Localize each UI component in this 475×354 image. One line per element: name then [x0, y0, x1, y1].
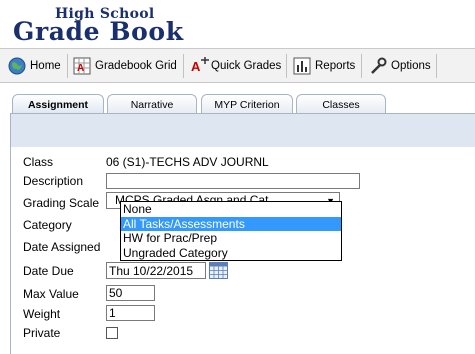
toolbar-divider — [361, 54, 362, 78]
gradebook-grid-button[interactable]: A Gradebook Grid — [72, 54, 177, 78]
quick-grades-icon: A — [190, 56, 210, 76]
app-header: High School Grade Book — [0, 0, 475, 48]
quick-grades-button[interactable]: A Quick Grades — [190, 54, 281, 78]
tab-classes[interactable]: Classes — [296, 94, 386, 114]
gradebook-grid-icon: A — [72, 56, 92, 76]
app-title-line2: Grade Book — [13, 17, 184, 46]
category-option[interactable]: HW for Prac/Prep — [121, 231, 341, 246]
category-option-selected[interactable]: All Tasks/Assessments — [121, 216, 341, 231]
reports-chart-icon — [292, 56, 312, 76]
panel-header-band — [11, 114, 475, 147]
home-globe-icon — [7, 56, 27, 76]
date-due-label: Date Due — [23, 264, 74, 278]
class-label: Class — [23, 155, 54, 169]
home-button[interactable]: Home — [7, 54, 61, 78]
tab-narrative[interactable]: Narrative — [107, 94, 197, 114]
reports-label: Reports — [315, 60, 356, 72]
description-input[interactable] — [106, 173, 360, 189]
tab-myp-criterion[interactable]: MYP Criterion — [201, 94, 293, 114]
grading-scale-label: Grading Scale — [23, 196, 100, 210]
description-label: Description — [23, 174, 84, 188]
main-toolbar: Home A Gradebook Grid A Quick Grades Rep… — [0, 48, 475, 83]
max-value-input[interactable] — [106, 285, 155, 301]
max-value-label: Max Value — [23, 287, 79, 301]
private-label: Private — [23, 326, 61, 340]
weight-input[interactable] — [106, 305, 155, 321]
quick-grades-label: Quick Grades — [211, 60, 282, 72]
class-value: 06 (S1)-TECHS ADV JOURNL — [106, 155, 269, 169]
reports-button[interactable]: Reports — [292, 54, 355, 78]
weight-label: Weight — [23, 307, 61, 321]
category-label: Category — [23, 218, 72, 232]
svg-text:A: A — [191, 59, 201, 74]
date-assigned-label: Date Assigned — [23, 240, 101, 254]
options-wrench-icon — [368, 56, 388, 76]
category-option[interactable]: None — [121, 202, 341, 217]
options-button[interactable]: Options — [368, 54, 431, 78]
tab-assignment[interactable]: Assignment — [12, 94, 104, 115]
toolbar-divider — [436, 54, 437, 78]
toolbar-divider — [183, 54, 184, 78]
gradebook-grid-label: Gradebook Grid — [95, 60, 177, 72]
date-due-input[interactable] — [106, 262, 206, 279]
calendar-icon[interactable] — [209, 262, 228, 279]
options-label: Options — [391, 60, 431, 72]
category-dropdown-list[interactable]: None All Tasks/Assessments HW for Prac/P… — [120, 201, 342, 261]
svg-text:A: A — [77, 63, 84, 74]
toolbar-divider — [67, 54, 68, 78]
toolbar-divider — [286, 54, 287, 78]
home-button-label: Home — [30, 60, 61, 72]
private-checkbox[interactable] — [106, 327, 118, 339]
category-option[interactable]: Ungraded Category — [121, 246, 341, 261]
tab-bar: Assignment Narrative MYP Criterion Class… — [0, 84, 475, 115]
